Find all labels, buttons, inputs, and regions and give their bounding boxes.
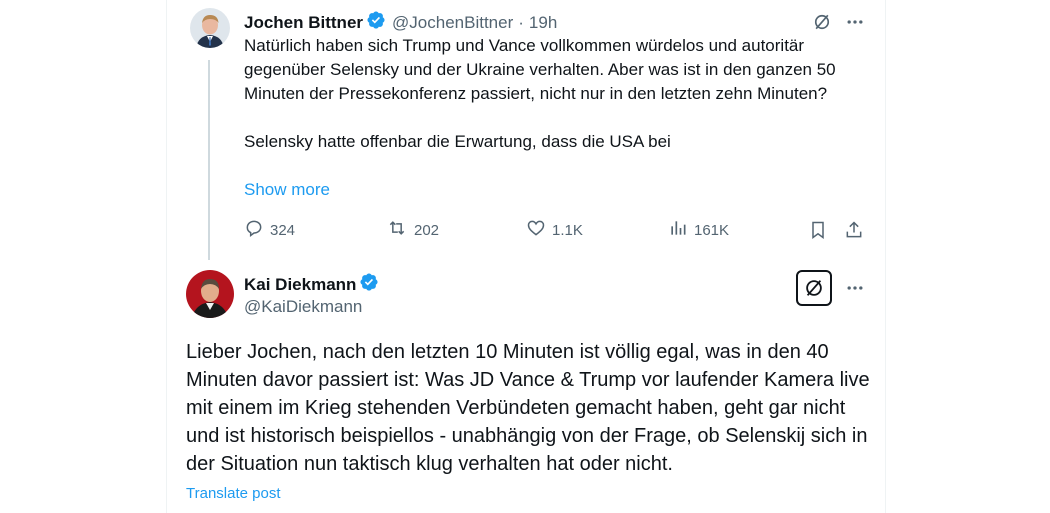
repost-count: 202 [414, 221, 440, 239]
thread-connector-line [208, 60, 210, 260]
views-button[interactable]: 161K [668, 218, 729, 242]
author-handle[interactable]: @KaiDiekmann [244, 297, 362, 317]
translate-post-link[interactable]: Translate post [186, 485, 281, 502]
verified-badge-icon [359, 272, 379, 297]
repost-button[interactable]: 202 [386, 218, 439, 242]
author-name[interactable]: Jochen Bittner [244, 13, 363, 33]
tweet1-action-bar: 324 202 1.1K 161K [244, 218, 866, 244]
tweet1-paragraph: Selensky hatte offenbar die Erwartung, d… [244, 132, 671, 151]
tweet1-text: Natürlich haben sich Trump und Vance vol… [244, 34, 864, 154]
repost-icon [386, 218, 414, 242]
views-icon [668, 218, 694, 242]
reply-button[interactable]: 324 [244, 218, 295, 242]
avatar[interactable] [186, 270, 234, 318]
bookmark-icon[interactable] [806, 218, 830, 242]
tweet1-header: Jochen Bittner @JochenBittner · 19h [244, 10, 557, 35]
tweet2-author: Kai Diekmann [244, 272, 379, 297]
avatar[interactable] [190, 8, 230, 48]
tweet1-paragraph: Natürlich haben sich Trump und Vance vol… [244, 36, 836, 103]
views-count: 161K [694, 221, 730, 239]
like-button[interactable]: 1.1K [526, 218, 583, 242]
show-more-link[interactable]: Show more [244, 180, 330, 200]
share-icon[interactable] [842, 218, 866, 242]
post-time[interactable]: 19h [529, 13, 557, 33]
like-icon [526, 218, 552, 242]
author-name[interactable]: Kai Diekmann [244, 275, 356, 295]
more-icon[interactable] [843, 276, 867, 300]
grok-icon[interactable] [796, 270, 832, 306]
like-count: 1.1K [552, 221, 583, 239]
reply-icon [244, 218, 270, 242]
verified-badge-icon [366, 10, 386, 35]
author-handle[interactable]: @JochenBittner [392, 13, 513, 33]
reply-count: 324 [270, 221, 296, 239]
grok-icon[interactable] [810, 10, 834, 34]
more-icon[interactable] [843, 10, 867, 34]
separator-dot: · [518, 12, 524, 32]
tweet2-text: Lieber Jochen, nach den letzten 10 Minut… [186, 341, 870, 475]
